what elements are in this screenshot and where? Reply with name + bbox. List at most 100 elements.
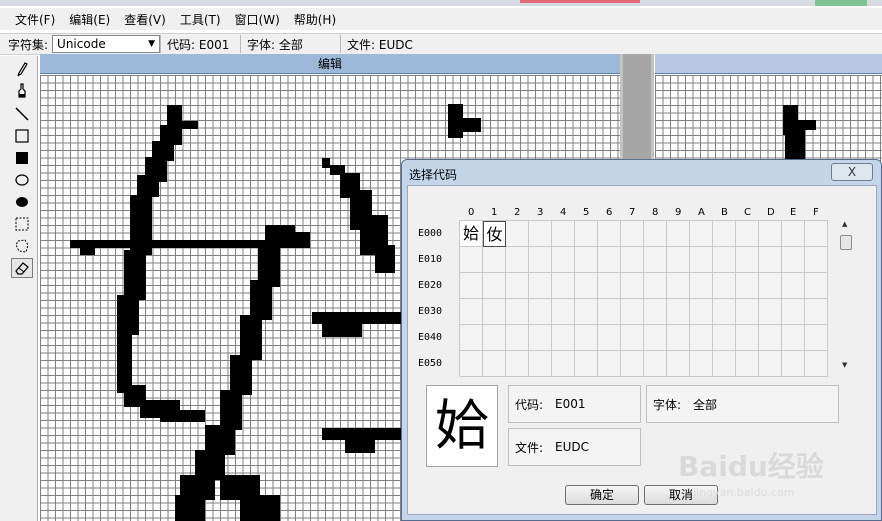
code-cell[interactable]	[713, 299, 736, 325]
code-cell[interactable]	[506, 273, 529, 299]
code-cell[interactable]	[621, 351, 644, 377]
code-cell[interactable]	[552, 273, 575, 299]
code-cell[interactable]	[529, 247, 552, 273]
code-cell[interactable]	[598, 247, 621, 273]
code-cell[interactable]	[782, 351, 805, 377]
scroll-thumb[interactable]	[840, 235, 852, 250]
code-cell[interactable]	[644, 299, 667, 325]
code-cell[interactable]	[552, 325, 575, 351]
code-cell[interactable]	[667, 299, 690, 325]
code-cell[interactable]: 姶	[460, 221, 483, 247]
code-cell[interactable]	[644, 273, 667, 299]
code-cell[interactable]	[483, 351, 506, 377]
code-cell[interactable]	[575, 273, 598, 299]
code-cell[interactable]	[759, 221, 782, 247]
code-cell[interactable]	[667, 273, 690, 299]
code-cell[interactable]	[529, 273, 552, 299]
code-cell[interactable]	[782, 221, 805, 247]
code-cell[interactable]	[736, 351, 759, 377]
code-cell[interactable]	[690, 221, 713, 247]
code-cell[interactable]	[460, 273, 483, 299]
code-cell[interactable]	[575, 221, 598, 247]
code-cell[interactable]: 㚢	[483, 221, 506, 247]
line-icon[interactable]	[11, 104, 33, 124]
filled-rectangle-icon[interactable]	[11, 148, 33, 168]
code-cell[interactable]	[736, 273, 759, 299]
menu-view[interactable]: 查看(V)	[117, 9, 173, 30]
code-cell[interactable]	[690, 299, 713, 325]
code-cell[interactable]	[621, 221, 644, 247]
code-cell[interactable]	[644, 325, 667, 351]
code-cell[interactable]	[552, 247, 575, 273]
vertical-scrollbar[interactable]: ▲ ▼	[839, 218, 853, 373]
code-cell[interactable]	[483, 325, 506, 351]
code-cell[interactable]	[598, 273, 621, 299]
code-cell[interactable]	[529, 221, 552, 247]
code-cell[interactable]	[667, 221, 690, 247]
ok-button[interactable]: 确定	[565, 485, 639, 505]
code-cell[interactable]	[621, 325, 644, 351]
code-cell[interactable]	[644, 221, 667, 247]
code-cell[interactable]	[713, 325, 736, 351]
code-cell[interactable]	[460, 351, 483, 377]
code-cell[interactable]	[552, 351, 575, 377]
code-cell[interactable]	[575, 325, 598, 351]
code-cell[interactable]	[552, 221, 575, 247]
code-cell[interactable]	[667, 325, 690, 351]
brush-icon[interactable]	[11, 81, 33, 101]
code-cell[interactable]	[713, 351, 736, 377]
code-cell[interactable]	[506, 247, 529, 273]
code-cell[interactable]	[552, 299, 575, 325]
pencil-icon[interactable]	[11, 59, 33, 79]
code-cell[interactable]	[598, 325, 621, 351]
code-cell[interactable]	[690, 351, 713, 377]
menu-help[interactable]: 帮助(H)	[287, 9, 343, 30]
code-cell[interactable]	[460, 247, 483, 273]
code-cell[interactable]	[506, 299, 529, 325]
code-cell[interactable]	[529, 325, 552, 351]
code-cell[interactable]	[460, 325, 483, 351]
code-cell[interactable]	[529, 351, 552, 377]
close-button[interactable]: X	[831, 163, 873, 181]
code-cell[interactable]	[759, 299, 782, 325]
code-cell[interactable]	[667, 351, 690, 377]
code-cell[interactable]	[575, 299, 598, 325]
code-cell[interactable]	[506, 221, 529, 247]
scroll-down-icon[interactable]: ▼	[842, 361, 847, 369]
code-cell[interactable]	[644, 247, 667, 273]
menu-tools[interactable]: 工具(T)	[173, 9, 228, 30]
code-cell[interactable]	[483, 247, 506, 273]
code-cell[interactable]	[759, 273, 782, 299]
code-cell[interactable]	[690, 273, 713, 299]
code-cell[interactable]	[759, 351, 782, 377]
code-cell[interactable]	[575, 351, 598, 377]
menu-window[interactable]: 窗口(W)	[228, 9, 287, 30]
code-cell[interactable]	[460, 299, 483, 325]
filled-ellipse-icon[interactable]	[11, 192, 33, 212]
code-cell[interactable]	[667, 247, 690, 273]
code-cell[interactable]	[782, 247, 805, 273]
code-cell[interactable]	[805, 325, 828, 351]
freeform-select-icon[interactable]	[11, 236, 33, 256]
code-cell[interactable]	[805, 351, 828, 377]
rect-select-icon[interactable]	[11, 214, 33, 234]
menu-file[interactable]: 文件(F)	[8, 9, 62, 30]
code-cell[interactable]	[598, 221, 621, 247]
code-cell[interactable]	[644, 351, 667, 377]
code-cell[interactable]	[736, 221, 759, 247]
hollow-ellipse-icon[interactable]	[11, 170, 33, 190]
code-cell[interactable]	[736, 325, 759, 351]
code-cell[interactable]	[690, 247, 713, 273]
code-cell[interactable]	[782, 299, 805, 325]
code-cell[interactable]	[805, 247, 828, 273]
code-cell[interactable]	[805, 221, 828, 247]
code-cell[interactable]	[621, 273, 644, 299]
code-cell[interactable]	[621, 247, 644, 273]
code-cell[interactable]	[713, 221, 736, 247]
code-cell[interactable]	[759, 247, 782, 273]
code-cell[interactable]	[575, 247, 598, 273]
code-cell[interactable]	[782, 325, 805, 351]
code-cell[interactable]	[736, 299, 759, 325]
code-cell[interactable]	[598, 351, 621, 377]
code-cell[interactable]	[621, 299, 644, 325]
